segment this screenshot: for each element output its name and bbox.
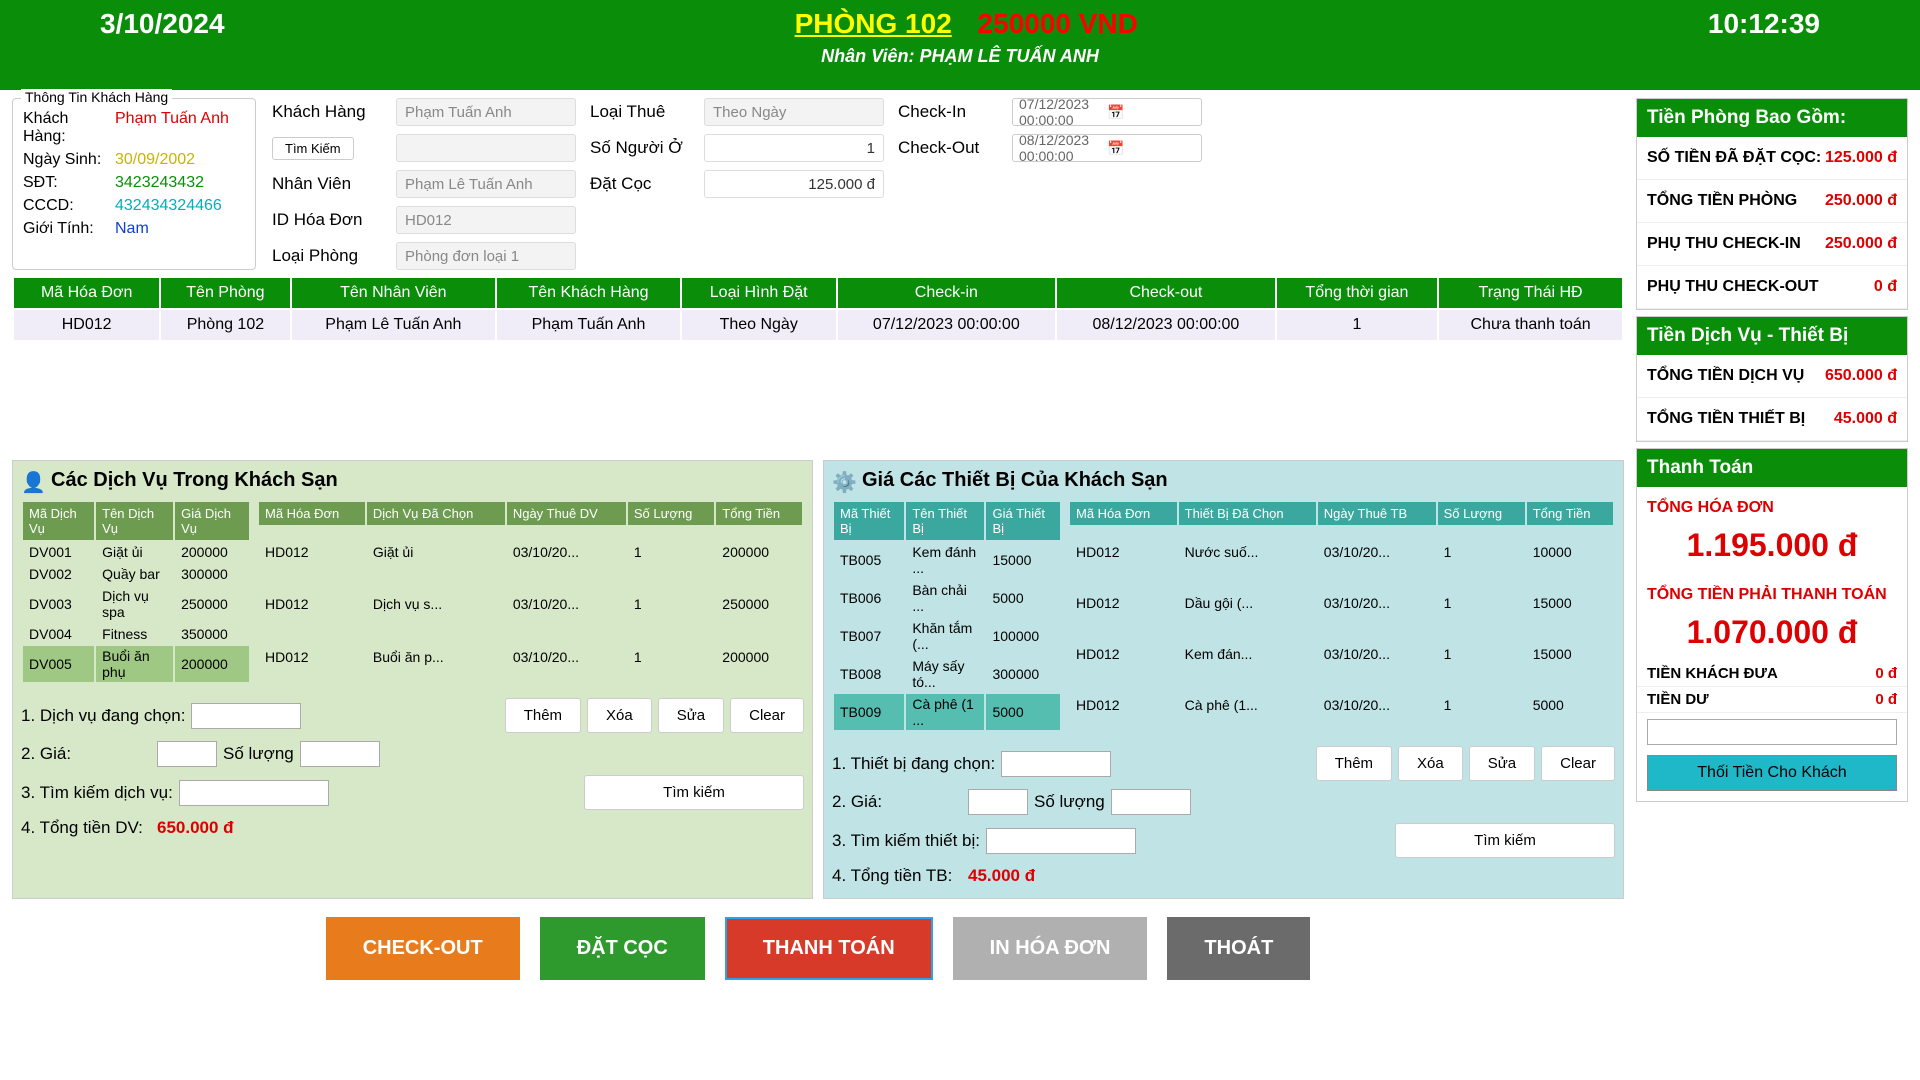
renttype-select[interactable] bbox=[704, 98, 884, 126]
equip-selected-input[interactable] bbox=[1001, 751, 1111, 777]
services-list[interactable]: Mã Dịch VụTên Dịch VụGiá Dịch VụDV001Giặ… bbox=[21, 500, 251, 684]
calendar-icon: 📅 bbox=[1107, 140, 1195, 157]
add-service-button[interactable]: Thêm bbox=[505, 698, 581, 733]
table-row[interactable]: HD012Phòng 102Phạm Lê Tuấn AnhPhạm Tuấn … bbox=[14, 310, 1622, 340]
find-customer-button[interactable]: Tìm Kiếm bbox=[272, 137, 354, 160]
current-time: 10:12:39 bbox=[1708, 8, 1820, 40]
service-selected-input[interactable] bbox=[191, 703, 301, 729]
service-qty-input[interactable] bbox=[300, 741, 380, 767]
service-total: 650.000 đ bbox=[157, 818, 234, 838]
print-button[interactable]: IN HÓA ĐƠN bbox=[953, 917, 1148, 980]
chosen-services[interactable]: Mã Hóa ĐơnDịch Vụ Đã ChọnNgày Thuê DVSố … bbox=[257, 500, 804, 684]
amount-due: 1.070.000 đ bbox=[1637, 604, 1907, 661]
pay-button[interactable]: THANH TOÁN bbox=[725, 917, 933, 980]
customer-info-box: Thông Tin Khách Hàng Khách Hàng:Phạm Tuấ… bbox=[12, 98, 256, 270]
equipment-list[interactable]: Mã Thiết BịTên Thiết BịGiá Thiết BịTB005… bbox=[832, 500, 1062, 732]
invoice-input[interactable] bbox=[396, 206, 576, 234]
booking-form: Khách Hàng Loại Thuê Check-In 07/12/2023… bbox=[272, 98, 1624, 270]
cust-id: 432434324466 bbox=[115, 197, 222, 215]
cust-phone: 3423243432 bbox=[115, 174, 204, 192]
delete-service-button[interactable]: Xóa bbox=[587, 698, 652, 733]
checkout-button[interactable]: CHECK-OUT bbox=[326, 917, 520, 980]
edit-service-button[interactable]: Sửa bbox=[658, 698, 724, 733]
booking-table[interactable]: Mã Hóa ĐơnTên PhòngTên Nhân ViênTên Khác… bbox=[12, 276, 1624, 342]
delete-equip-button[interactable]: Xóa bbox=[1398, 746, 1463, 781]
checkin-input[interactable]: 07/12/2023 00:00:00📅 bbox=[1012, 98, 1202, 126]
summary-sidebar: Tiền Phòng Bao Gồm: SỐ TIỀN ĐÃ ĐẶT CỌC:1… bbox=[1636, 98, 1908, 980]
search-equip-button[interactable]: Tìm kiếm bbox=[1395, 823, 1615, 858]
clear-equip-button[interactable]: Clear bbox=[1541, 746, 1615, 781]
deposit-button[interactable]: ĐẶT CỌC bbox=[540, 917, 705, 980]
cust-name: Phạm Tuấn Anh bbox=[115, 110, 229, 146]
search-service-button[interactable]: Tìm kiếm bbox=[584, 775, 804, 810]
cust-dob: 30/09/2002 bbox=[115, 151, 195, 169]
invoice-total: 1.195.000 đ bbox=[1637, 517, 1907, 574]
equip-qty-input[interactable] bbox=[1111, 789, 1191, 815]
person-icon: 👤 bbox=[21, 470, 43, 492]
current-date: 3/10/2024 bbox=[100, 8, 225, 40]
deposit-input[interactable] bbox=[704, 170, 884, 198]
service-search-input[interactable] bbox=[179, 780, 329, 806]
find-customer-input[interactable] bbox=[396, 134, 576, 162]
edit-equip-button[interactable]: Sửa bbox=[1469, 746, 1535, 781]
calendar-icon: 📅 bbox=[1107, 104, 1195, 121]
customer-select[interactable] bbox=[396, 98, 576, 126]
equipment-panel: ⚙️Giá Các Thiết Bị Của Khách Sạn Mã Thiế… bbox=[823, 460, 1624, 899]
service-price-input[interactable] bbox=[157, 741, 217, 767]
header-bar: 3/10/2024 PHÒNG 102 250000 VND 10:12:39 … bbox=[0, 0, 1920, 90]
staff-input[interactable] bbox=[396, 170, 576, 198]
staff-name: Nhân Viên: PHẠM LÊ TUẤN ANH bbox=[0, 40, 1920, 75]
room-name: PHÒNG 102 bbox=[795, 8, 952, 39]
equip-search-input[interactable] bbox=[986, 828, 1136, 854]
services-panel: 👤Các Dịch Vụ Trong Khách Sạn Mã Dịch VụT… bbox=[12, 460, 813, 899]
room-price: 250000 VND bbox=[978, 8, 1138, 39]
exit-button[interactable]: THOÁT bbox=[1167, 917, 1310, 980]
refund-button[interactable]: Thối Tiền Cho Khách bbox=[1647, 755, 1897, 791]
checkout-input[interactable]: 08/12/2023 00:00:00📅 bbox=[1012, 134, 1202, 162]
chosen-equipment[interactable]: Mã Hóa ĐơnThiết Bị Đã ChọnNgày Thuê TBSố… bbox=[1068, 500, 1615, 732]
equip-price-input[interactable] bbox=[968, 789, 1028, 815]
clear-service-button[interactable]: Clear bbox=[730, 698, 804, 733]
cash-given-input[interactable] bbox=[1647, 719, 1897, 745]
people-input[interactable] bbox=[704, 134, 884, 162]
cust-gender: Nam bbox=[115, 220, 149, 238]
roomtype-input[interactable] bbox=[396, 242, 576, 270]
add-equip-button[interactable]: Thêm bbox=[1316, 746, 1392, 781]
equip-total: 45.000 đ bbox=[968, 866, 1035, 886]
gear-icon: ⚙️ bbox=[832, 470, 854, 492]
